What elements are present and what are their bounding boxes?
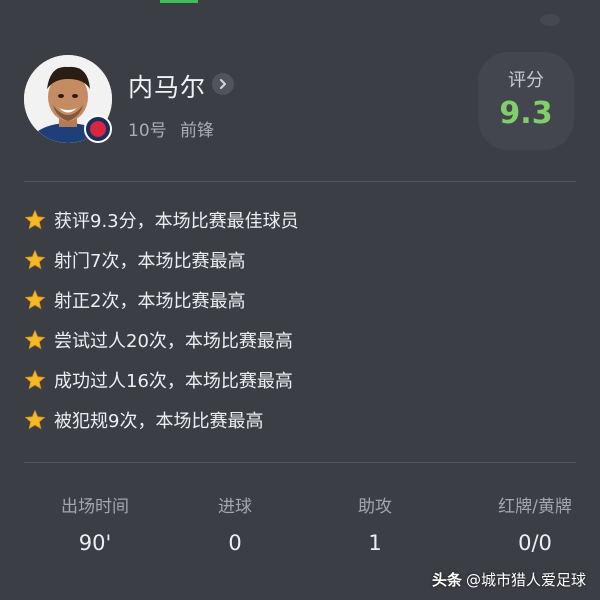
star-icon bbox=[24, 289, 46, 310]
stat-value: 0 bbox=[228, 531, 242, 555]
player-name[interactable]: 内马尔 bbox=[128, 68, 206, 104]
rating-label: 评分 bbox=[508, 70, 544, 91]
stat-label: 红牌/黄牌 bbox=[498, 497, 572, 517]
watermark-text: @城市猎人爱足球 bbox=[465, 571, 586, 589]
player-number: 10号 bbox=[128, 121, 167, 141]
stat-cards: 红牌/黄牌 0/0 bbox=[470, 492, 600, 555]
stat-label: 出场时间 bbox=[61, 497, 129, 517]
stat-label: 进球 bbox=[218, 497, 252, 517]
stat-value: 1 bbox=[368, 531, 382, 555]
stat-value: 90' bbox=[78, 531, 112, 555]
star-icon bbox=[24, 249, 46, 270]
divider-bottom bbox=[24, 462, 576, 463]
player-position: 前锋 bbox=[180, 121, 215, 141]
stat-assists: 助攻 1 bbox=[280, 492, 470, 555]
highlight-text: 成功过人16次，本场比赛最高 bbox=[54, 371, 293, 392]
star-icon bbox=[24, 329, 46, 350]
stat-minutes: 出场时间 90' bbox=[0, 492, 190, 555]
highlight-item: 获评9.3分，本场比赛最佳球员 bbox=[24, 200, 576, 240]
highlights-list: 获评9.3分，本场比赛最佳球员 射门7次，本场比赛最高 射正2次，本场比赛最高 … bbox=[24, 200, 576, 440]
chevron-right-icon[interactable] bbox=[212, 73, 234, 95]
highlight-item: 射门7次，本场比赛最高 bbox=[24, 240, 576, 280]
highlight-item: 尝试过人20次，本场比赛最高 bbox=[24, 320, 576, 360]
highlight-item: 成功过人16次，本场比赛最高 bbox=[24, 360, 576, 400]
highlight-item: 被犯规9次，本场比赛最高 bbox=[24, 400, 576, 440]
stats-row: 出场时间 90' 进球 0 助攻 1 红牌/黄牌 0/0 bbox=[0, 492, 600, 555]
highlight-text: 被犯规9次，本场比赛最高 bbox=[54, 411, 264, 432]
rating-box: 评分 9.3 bbox=[478, 52, 574, 150]
watermark-brand: 头条 bbox=[431, 571, 462, 589]
highlight-text: 尝试过人20次，本场比赛最高 bbox=[54, 331, 293, 352]
watermark: 头条 @城市猎人爱足球 bbox=[432, 569, 586, 590]
player-meta: 10号 前锋 bbox=[128, 116, 214, 141]
divider-top bbox=[24, 181, 576, 182]
highlight-text: 射正2次，本场比赛最高 bbox=[54, 291, 246, 312]
star-icon bbox=[24, 209, 46, 230]
highlight-text: 获评9.3分，本场比赛最佳球员 bbox=[54, 211, 299, 232]
highlight-item: 射正2次，本场比赛最高 bbox=[24, 280, 576, 320]
star-icon bbox=[24, 369, 46, 390]
stat-value: 0/0 bbox=[518, 531, 552, 555]
rating-value: 9.3 bbox=[499, 96, 553, 131]
star-icon bbox=[24, 409, 46, 430]
stat-label: 助攻 bbox=[358, 497, 392, 517]
club-badge-icon bbox=[84, 115, 112, 143]
player-header: 内马尔 10号 前锋 评分 9.3 bbox=[0, 0, 600, 180]
highlight-text: 射门7次，本场比赛最高 bbox=[54, 251, 246, 272]
stat-goals: 进球 0 bbox=[190, 492, 280, 555]
